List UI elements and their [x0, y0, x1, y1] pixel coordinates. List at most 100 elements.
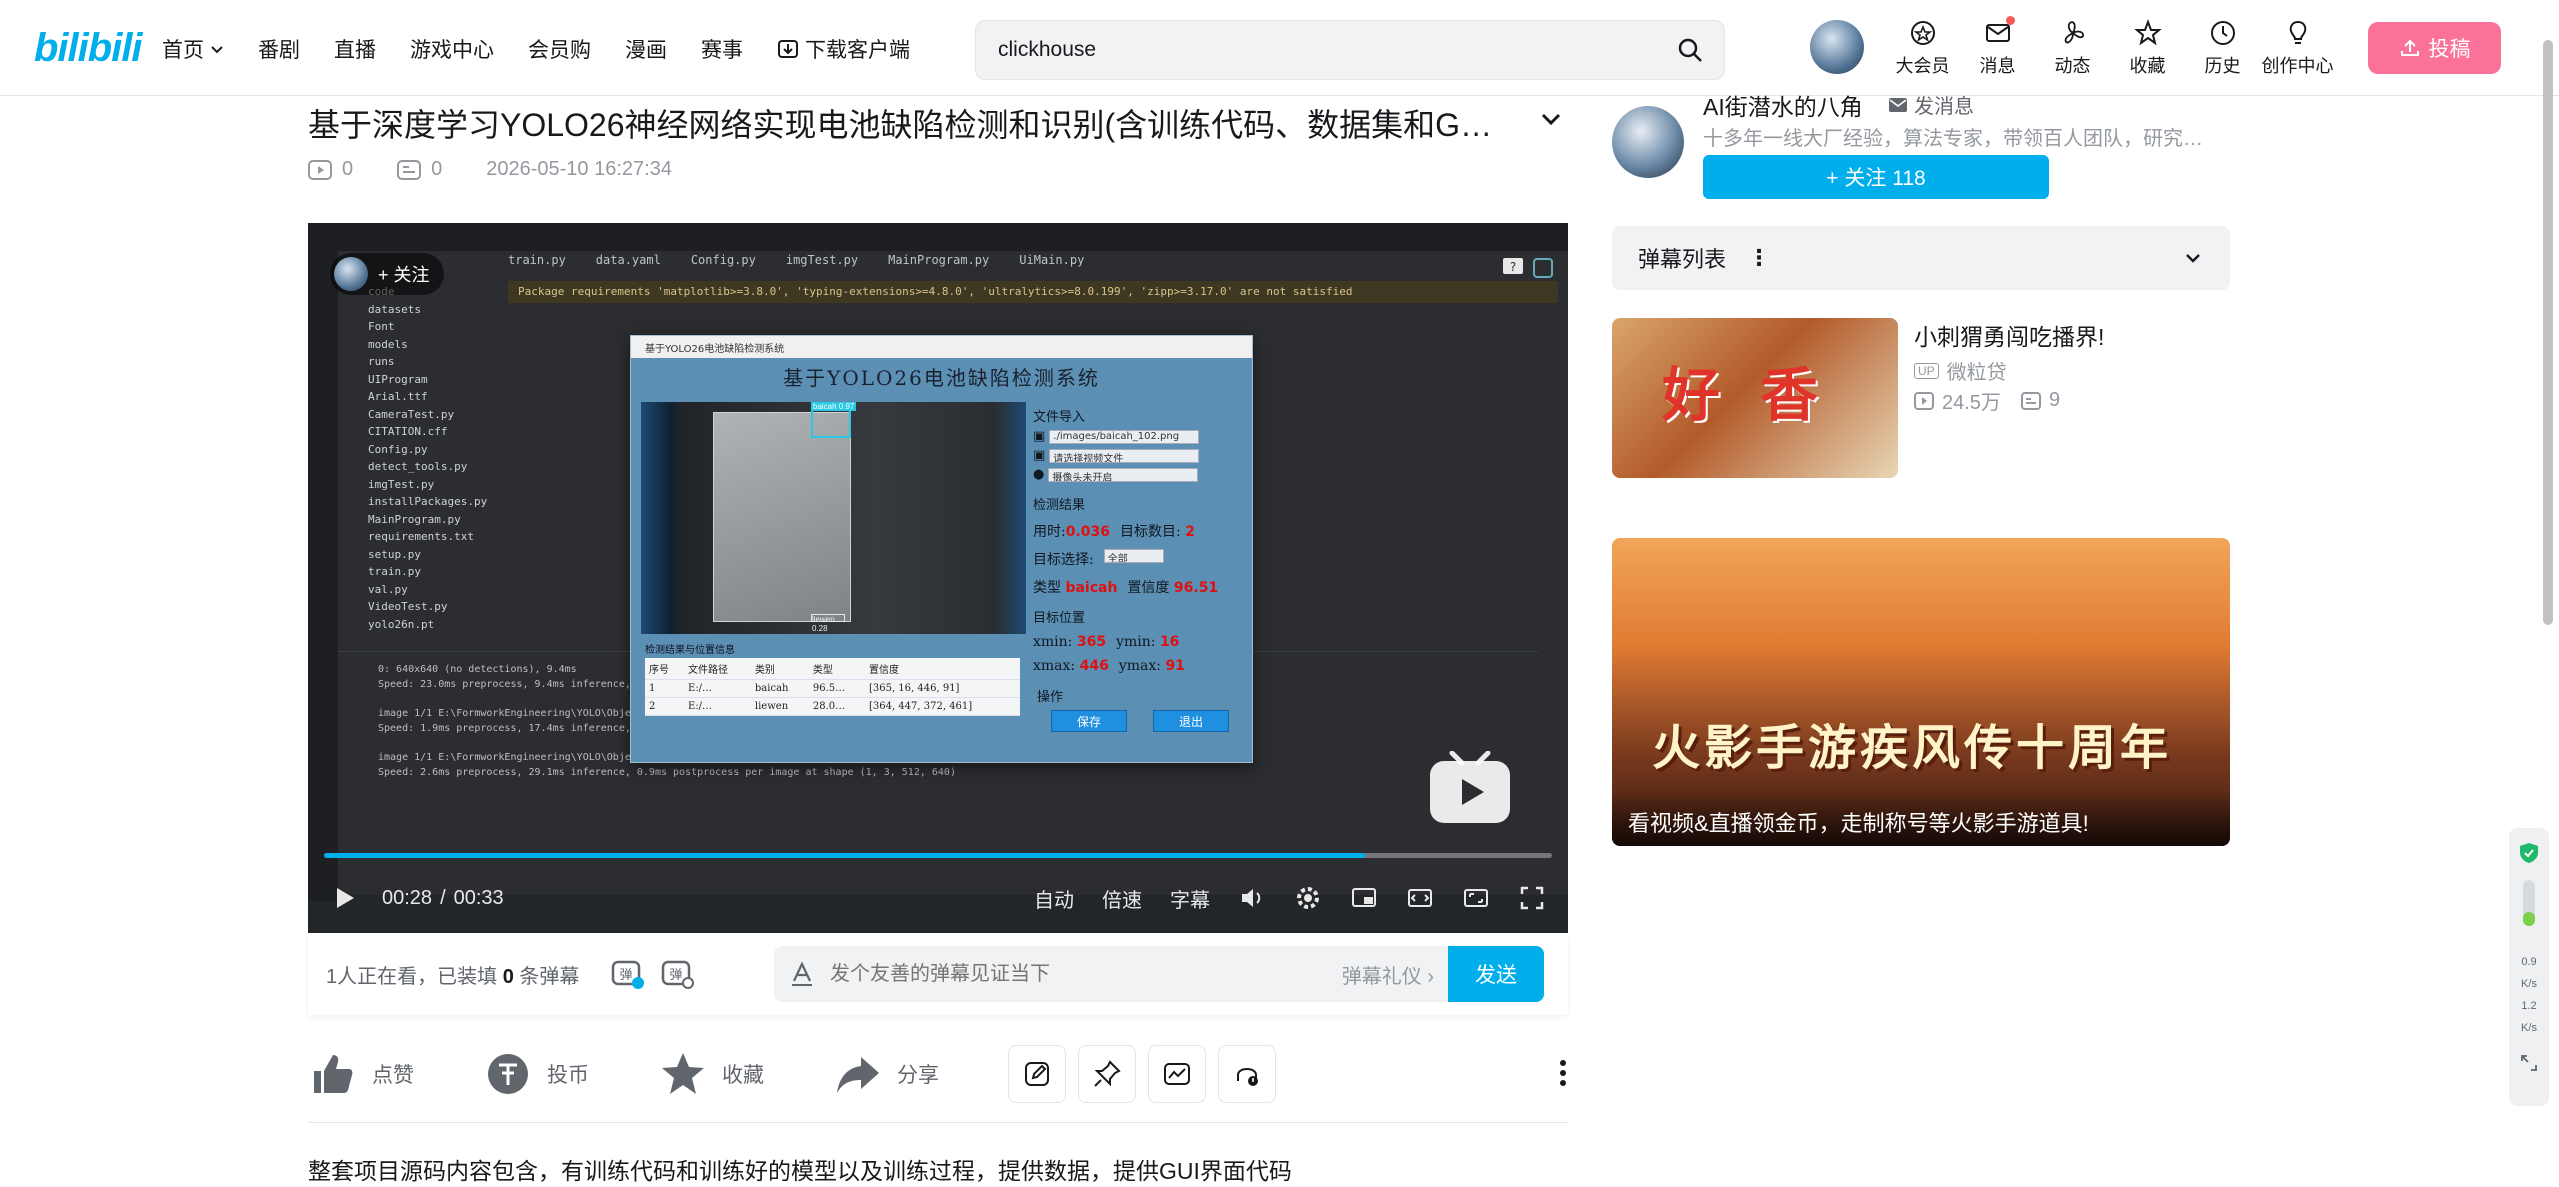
chevron-down-icon[interactable]: [2182, 247, 2204, 269]
page-scrollbar[interactable]: [2543, 40, 2553, 625]
star-icon: [662, 1053, 704, 1094]
top-header: bilibili 首页 番剧 直播 游戏中心 会员购 漫画 赛事 下载客户端 大…: [0, 0, 2559, 96]
camera-icon: ●: [1033, 467, 1045, 482]
favorite-button[interactable]: 收藏: [658, 1049, 833, 1099]
unread-dot: [2006, 16, 2015, 25]
report-button[interactable]: [1218, 1045, 1276, 1103]
big-play-icon[interactable]: [1428, 751, 1512, 825]
nav-game-center[interactable]: 游戏中心: [410, 34, 494, 64]
search-input[interactable]: [996, 37, 1676, 63]
upload-icon: [2400, 39, 2419, 56]
fullscreen-icon[interactable]: [1518, 884, 1546, 912]
pin-button[interactable]: [1078, 1045, 1136, 1103]
danmaku-send-bar: 1人正在看，已装填 0 条弹幕 弹 弹 弹幕礼仪 › 发送: [308, 933, 1568, 1015]
coin-button[interactable]: 投币: [483, 1049, 658, 1099]
danmaku-etiquette-link[interactable]: 弹幕礼仪 ›: [1342, 960, 1434, 989]
popout-icon[interactable]: [1532, 257, 1554, 279]
nav-messages[interactable]: 消息: [1960, 16, 2035, 78]
expand-icon[interactable]: [2520, 1054, 2538, 1072]
stats-button[interactable]: [1148, 1045, 1206, 1103]
lightbulb-icon: [2289, 20, 2306, 44]
app-heading: 基于YOLO26电池缺陷检测系统: [783, 366, 1100, 390]
ide-tabs: train.py data.yaml Config.py imgTest.py …: [508, 253, 1085, 267]
more-vertical-icon[interactable]: ⋮: [1748, 245, 1770, 271]
chevron-down-icon[interactable]: [1538, 106, 1564, 132]
download-unit: K/s: [2521, 978, 2537, 990]
nav-home[interactable]: 首页: [162, 34, 224, 64]
search-icon[interactable]: [1676, 36, 1704, 64]
share-arrow-icon: [837, 1057, 879, 1093]
volume-icon[interactable]: [1238, 884, 1266, 912]
danmaku-input-wrap: 弹幕礼仪 › 发送: [774, 946, 1544, 1002]
settings-gear-icon[interactable]: [1294, 884, 1322, 912]
nav-download-client[interactable]: 下载客户端: [777, 34, 910, 64]
ad-banner[interactable]: 火影手游疾风传十周年 看视频&直播领金币，走制称号等火影手游道具!: [1612, 538, 2230, 846]
user-avatar[interactable]: [1810, 20, 1864, 74]
uploader-avatar-small: [334, 257, 368, 291]
danmaku-toggle-icon[interactable]: 弹: [609, 956, 645, 992]
upload-button[interactable]: 投稿: [2368, 22, 2501, 74]
player-follow-button[interactable]: + 关注: [330, 253, 444, 295]
app-save-button: 保存: [1051, 710, 1127, 732]
nav-dynamics[interactable]: 动态: [2035, 18, 2110, 78]
play-count-icon: [308, 159, 332, 180]
nav-creator-center[interactable]: 创作中心: [2260, 18, 2335, 78]
table-row: 1 E:/… baicah 96.5… [365, 16, 446, 91]: [645, 679, 1020, 698]
results-table: 序号 文件路径 类别 类型 置信度 1 E:/… baicah 96.5… [3…: [645, 658, 1020, 716]
edit-icon: [1025, 1062, 1049, 1086]
usage-meter: [2523, 880, 2535, 926]
pin-icon: [1094, 1060, 1121, 1087]
uploader-name[interactable]: AI街潜水的八角: [1703, 88, 1863, 122]
svg-text:弹: 弹: [620, 968, 633, 983]
speed-button[interactable]: 倍速: [1102, 884, 1142, 913]
feedback-icon[interactable]: ?: [1502, 257, 1524, 279]
nav-anime[interactable]: 番剧: [258, 34, 300, 64]
recommended-video-thumbnail[interactable]: 好香: [1612, 318, 1898, 478]
nav-live[interactable]: 直播: [334, 34, 376, 64]
nav-mall[interactable]: 会员购: [528, 34, 591, 64]
widescreen-icon[interactable]: [1406, 884, 1434, 912]
danmaku-count-icon: [2020, 391, 2041, 410]
nav-history[interactable]: 历史: [2185, 18, 2260, 78]
shield-check-icon: [2520, 843, 2538, 863]
pip-icon[interactable]: [1350, 884, 1378, 912]
send-message-link[interactable]: 发消息: [1888, 90, 1974, 119]
like-button[interactable]: 点赞: [308, 1049, 483, 1099]
video-player[interactable]: train.py data.yaml Config.py imgTest.py …: [308, 223, 1568, 933]
danmaku-count: 0: [431, 158, 443, 180]
app-titlebar: 基于YOLO26电池缺陷检测系统: [631, 336, 1252, 358]
edit-note-button[interactable]: [1008, 1045, 1066, 1103]
recommended-video-uploader[interactable]: UP 微粒贷: [1914, 356, 2007, 385]
nav-vip[interactable]: 大会员: [1885, 18, 1960, 78]
danmaku-send-button[interactable]: 发送: [1448, 946, 1544, 1002]
recommended-video-title[interactable]: 小刺猬勇闯吃播界!: [1914, 318, 2104, 352]
font-style-icon[interactable]: [790, 961, 814, 987]
danmaku-list-panel[interactable]: 弹幕列表 ⋮: [1612, 226, 2230, 290]
time-separator: /: [440, 886, 446, 909]
danmaku-input[interactable]: [828, 961, 1342, 987]
table-row: 2 E:/… liewen 28.0… [364, 447, 372, 461]: [645, 697, 1020, 716]
clock-icon: [2210, 21, 2235, 45]
chevron-right-icon: ›: [1427, 965, 1434, 988]
video-description: 整套项目源码内容包含，有训练代码和训练好的模型以及训练过程，提供数据，提供GUI…: [308, 1158, 1292, 1184]
play-icon[interactable]: [330, 884, 358, 912]
detection-box: liewen 0.28: [811, 614, 845, 633]
chevron-down-icon: [211, 46, 223, 54]
svg-text:?: ?: [1510, 260, 1516, 274]
nav-esports[interactable]: 赛事: [701, 34, 743, 64]
danmaku-settings-icon[interactable]: 弹: [659, 956, 695, 992]
ide-sidebar: [308, 251, 338, 901]
web-fullscreen-icon[interactable]: [1462, 884, 1490, 912]
thumbs-up-icon: [314, 1055, 353, 1093]
more-vertical-icon[interactable]: [1558, 1058, 1568, 1088]
bilibili-logo[interactable]: bilibili: [34, 26, 143, 71]
nav-favorites[interactable]: 收藏: [2110, 18, 2185, 78]
nav-manga[interactable]: 漫画: [625, 34, 667, 64]
uploader-avatar[interactable]: [1612, 106, 1684, 178]
auto-quality-button[interactable]: 自动: [1034, 884, 1074, 913]
subtitle-button[interactable]: 字幕: [1170, 884, 1210, 913]
thumbnail-text: 好香: [1662, 363, 1859, 428]
progress-bar[interactable]: [324, 853, 1552, 858]
share-button[interactable]: 分享: [833, 1049, 1008, 1099]
follow-uploader-button[interactable]: + 关注 118: [1703, 155, 2049, 199]
